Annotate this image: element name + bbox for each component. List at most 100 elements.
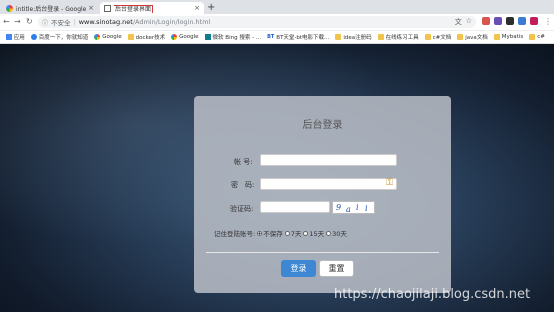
extension-icon[interactable] (530, 17, 538, 25)
remember-label: 记住登陆账号: (214, 230, 256, 238)
folder-icon (457, 34, 464, 40)
login-panel: 后台登录 帐 号: 密 码: ⚿ 验证码: 9 a i i 记住登陆账号: 不保… (194, 96, 451, 293)
radio[interactable] (284, 230, 290, 236)
radio-selected[interactable] (257, 230, 263, 236)
info-icon[interactable]: ⓘ (42, 18, 48, 27)
captcha-char: i (365, 204, 368, 213)
bookmark-bt[interactable]: BT BT天堂-bt电影下载... (267, 33, 329, 41)
bookmark-label: idea注册码 (343, 35, 372, 41)
watermark: https://chaojilaji.blog.csdn.net (334, 287, 531, 302)
reload-icon[interactable]: ↻ (26, 17, 33, 26)
folder-icon (529, 34, 536, 40)
new-tab-button[interactable]: + (207, 2, 215, 13)
extension-icon[interactable] (506, 17, 514, 25)
url-host: www.sinotag.net (78, 18, 133, 26)
login-title: 后台登录 (302, 120, 343, 131)
bookmark-label: 微软 Bing 搜索 - ... (212, 35, 262, 41)
bookmark-label: c#文档 (432, 35, 452, 41)
captcha-char: a (346, 205, 351, 214)
bookmark-idea[interactable]: idea注册码 (335, 33, 372, 41)
reset-button[interactable]: 重置 (319, 260, 354, 277)
radio-label: 15天 (309, 230, 325, 238)
radio-label: 不保存 (263, 230, 283, 238)
radio-label: 30天 (332, 230, 347, 238)
url-field[interactable]: ⓘ 不安全 | www.sinotag.net/Admin/Login/logi… (38, 16, 476, 28)
captcha-input[interactable] (260, 201, 330, 213)
forward-icon[interactable]: → (14, 17, 21, 26)
remember-option-15[interactable]: 15天 (303, 228, 324, 238)
bookmark-label: Google (102, 34, 122, 40)
password-label: 密 码: (231, 181, 255, 189)
divider (206, 252, 439, 253)
bookmark-label: java文档 (465, 35, 488, 41)
google-icon (6, 4, 13, 12)
bookmark-label: docker技术 (135, 35, 166, 41)
document-icon (104, 4, 111, 12)
baidu-icon (30, 34, 37, 40)
page-background: 后台登录 帐 号: 密 码: ⚿ 验证码: 9 a i i 记住登陆账号: 不保… (0, 44, 554, 312)
folder-icon (424, 34, 431, 40)
bookmark-label: c# (537, 34, 545, 40)
bookmark-label: BT天堂-bt电影下载... (276, 35, 330, 41)
folder-icon (377, 34, 384, 40)
bookmark-csharp-docs[interactable]: c#文档 (424, 33, 452, 41)
bt-icon: BT (267, 34, 275, 40)
remember-option-30[interactable]: 30天 (326, 228, 347, 238)
folder-icon (127, 34, 134, 40)
bookmark-apps[interactable]: 应用 (6, 33, 25, 41)
close-icon[interactable]: × (88, 4, 94, 12)
google-icon (171, 34, 178, 40)
bing-icon (204, 34, 211, 40)
address-bar: ← → ↻ ⓘ 不安全 | www.sinotag.net/Admin/Logi… (0, 14, 554, 31)
account-label: 帐 号: (234, 158, 253, 166)
remember-option-none[interactable]: 不保存 (257, 228, 283, 238)
login-button[interactable]: 登录 (281, 260, 316, 277)
radio[interactable] (326, 230, 332, 236)
captcha-char: i (356, 203, 359, 212)
tab-title: 后台登录界面 (114, 4, 154, 13)
bookmark-docker[interactable]: docker技术 (127, 33, 166, 41)
tab-title: intitle:后台登录 - Google 搜索 (16, 5, 88, 13)
bookmark-baidu[interactable]: 百度一下，你就知道 (30, 33, 89, 41)
bookmark-star-icon[interactable]: ☆ (466, 17, 472, 27)
tab-google-search[interactable]: intitle:后台登录 - Google 搜索 × (2, 2, 98, 14)
url-path: /Admin/Login/login.html (132, 18, 211, 26)
back-icon[interactable]: ← (3, 17, 10, 26)
bookmarks-bar: 应用 百度一下，你就知道 Google docker技术 Google 微软 B… (0, 31, 554, 44)
bookmark-label: 百度一下，你就知道 (38, 35, 89, 41)
captcha-char: 9 (336, 203, 342, 212)
close-icon[interactable]: × (194, 4, 200, 12)
menu-icon[interactable]: ⋮ (544, 17, 552, 26)
key-icon[interactable]: ⚿ (386, 178, 393, 188)
radio-label: 7天 (290, 230, 302, 238)
apps-icon (6, 34, 12, 40)
extension-icon[interactable] (482, 17, 490, 25)
url-separator: | (73, 18, 76, 26)
remember-option-7[interactable]: 7天 (284, 228, 302, 238)
captcha-image[interactable]: 9 a i i (332, 201, 375, 214)
bookmark-mybatis[interactable]: Mybatis (493, 34, 523, 40)
bookmark-csharp[interactable]: c# (529, 34, 545, 40)
folder-icon (493, 34, 500, 40)
google-icon (94, 34, 101, 40)
bookmark-label: Google (179, 34, 199, 40)
bookmark-bing[interactable]: 微软 Bing 搜索 - ... (204, 33, 262, 41)
password-input[interactable] (260, 178, 397, 190)
tab-login-page[interactable]: 后台登录界面 × (100, 2, 204, 14)
tab-strip: intitle:后台登录 - Google 搜索 × 后台登录界面 × + (0, 0, 554, 14)
bookmark-google[interactable]: Google (94, 34, 122, 40)
remember-group: 记住登陆账号: 不保存 7天 15天 30天 (214, 228, 347, 238)
extension-icon[interactable] (494, 17, 502, 25)
bookmark-java-docs[interactable]: java文档 (457, 33, 488, 41)
bookmark-label: 应用 (13, 35, 25, 41)
translate-icon[interactable]: 文 (455, 17, 462, 27)
radio[interactable] (303, 230, 309, 236)
folder-icon (335, 34, 342, 40)
bookmark-google-2[interactable]: Google (171, 34, 199, 40)
bookmark-tools[interactable]: 在线练习工具 (377, 33, 419, 41)
extension-icon[interactable] (518, 17, 526, 25)
captcha-label: 验证码: (230, 205, 254, 213)
account-input[interactable] (260, 154, 397, 166)
security-status: 不安全 (51, 19, 71, 27)
bookmark-label: 在线练习工具 (385, 35, 419, 41)
